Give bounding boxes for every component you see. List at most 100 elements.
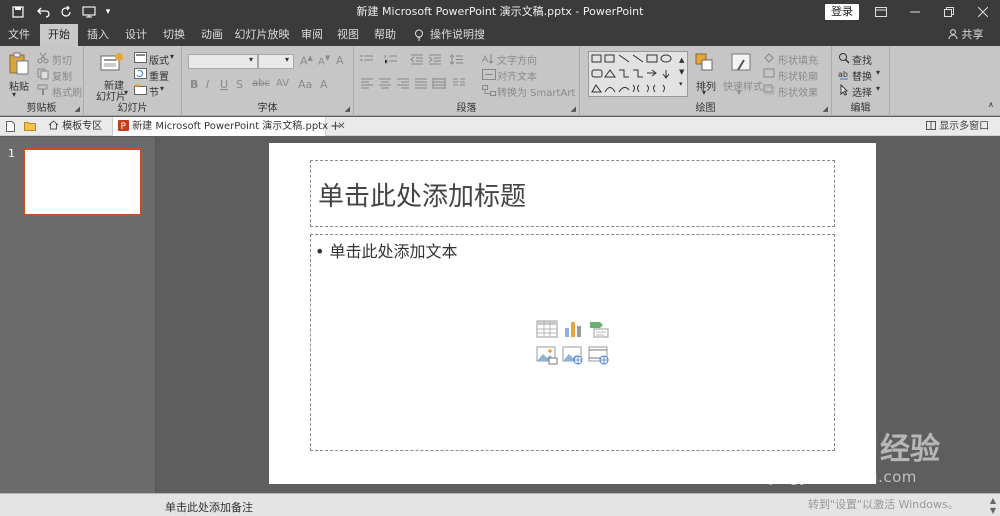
font-color-icon[interactable]: A [320,78,328,91]
cut-label[interactable]: 剪切 [52,52,72,67]
character-spacing-icon[interactable]: AV [276,78,289,89]
bold-icon[interactable]: B [190,78,198,91]
clipboard-launcher-icon[interactable]: ◢ [75,105,80,113]
select-label[interactable]: 选择 [852,84,872,99]
insert-chart-icon[interactable] [562,319,584,339]
numbering-icon[interactable] [384,54,398,66]
title-placeholder[interactable]: 单击此处添加标题 [310,160,835,227]
font-launcher-icon[interactable]: ◢ [345,105,350,113]
shape-outline-label[interactable]: 形状轮廓 [778,68,818,83]
format-painter-label[interactable]: 格式刷 [52,84,82,99]
current-file-tab[interactable]: P 新建 Microsoft PowerPoint 演示文稿.pptx ✕ [112,117,346,136]
insert-table-icon[interactable] [536,319,558,339]
slide-thumbnail[interactable] [23,148,142,216]
find-icon[interactable] [838,52,852,64]
tab-transitions[interactable]: 切换 [156,24,192,46]
font-name-combo[interactable] [188,54,258,69]
select-dropdown-icon[interactable]: ▾ [876,84,880,93]
share-button[interactable]: 共享 [948,24,984,46]
increase-font-icon[interactable]: A▲ [300,54,313,68]
ribbon-display-options-icon[interactable] [864,0,898,24]
quick-styles-dropdown-icon[interactable]: ▾ [737,88,741,97]
new-slide-icon[interactable] [100,52,123,76]
shapes-scroll-down-icon[interactable]: ▼ [679,68,684,76]
tab-insert[interactable]: 插入 [80,24,116,46]
notes-scroll-down-icon[interactable]: ▼ [987,506,999,516]
restore-icon[interactable] [932,0,966,24]
find-label[interactable]: 查找 [852,52,872,67]
tab-file[interactable]: 文件 [0,24,38,46]
replace-icon[interactable]: ab [838,68,852,80]
reset-label[interactable]: 重置 [149,68,169,83]
smartart-icon[interactable] [482,85,496,97]
columns-icon[interactable] [452,78,466,90]
bullets-icon[interactable] [360,54,374,66]
tell-me-search[interactable]: 操作说明搜索 [430,24,494,63]
reset-icon[interactable] [134,68,148,80]
insert-smartart-icon[interactable] [588,319,610,339]
drawing-launcher-icon[interactable]: ◢ [823,105,828,113]
collapse-ribbon-icon[interactable]: ∧ [988,100,994,109]
shape-fill-icon[interactable] [763,52,777,64]
multi-window-button[interactable]: 显示多窗口 [926,117,1000,136]
open-folder-icon[interactable] [24,117,38,136]
text-direction-icon[interactable]: A [482,53,496,65]
start-slideshow-icon[interactable] [78,0,100,24]
save-icon[interactable] [8,0,28,24]
new-tab-icon[interactable]: + [330,117,344,136]
underline-icon[interactable]: U [220,78,228,91]
undo-icon[interactable] [32,0,56,24]
clear-formatting-icon[interactable]: A [336,54,344,67]
paragraph-launcher-icon[interactable]: ◢ [571,105,576,113]
shape-effects-label[interactable]: 形状效果 [778,84,818,99]
close-icon[interactable] [966,0,1000,24]
strikethrough-icon[interactable]: abc [252,78,270,89]
shapes-more-icon[interactable]: ▾ [679,80,683,88]
cut-icon[interactable] [37,52,51,64]
content-placeholder[interactable]: • 单击此处添加文本 [310,234,835,451]
font-size-dropdown-icon[interactable]: ▾ [285,55,289,64]
shape-outline-icon[interactable] [763,68,777,80]
minimize-icon[interactable] [898,0,932,24]
insert-online-picture-icon[interactable] [562,345,584,365]
replace-dropdown-icon[interactable]: ▾ [876,68,880,77]
paste-icon[interactable] [8,52,30,76]
tab-slideshow[interactable]: 幻灯片放映 [232,24,292,46]
italic-icon[interactable]: I [206,78,209,91]
line-spacing-icon[interactable] [449,54,464,66]
select-icon[interactable] [838,83,852,96]
section-label[interactable]: 节 [149,84,159,99]
new-slide-dropdown-icon[interactable]: ▾ [124,88,128,97]
quick-styles-icon[interactable] [730,52,752,76]
increase-indent-icon[interactable] [428,54,442,66]
align-text-icon[interactable] [482,69,496,81]
format-painter-icon[interactable] [37,84,51,96]
insert-video-icon[interactable] [588,345,610,365]
text-direction-label[interactable]: 文字方向 [497,52,537,67]
templates-tab[interactable]: 模板专区 [48,117,108,136]
shapes-gallery[interactable] [588,51,688,97]
section-icon[interactable] [134,84,148,96]
smartart-label[interactable]: 转换为 SmartArt [497,84,575,99]
paste-dropdown-icon[interactable]: ▾ [12,90,16,99]
shape-effects-icon[interactable] [763,84,777,96]
align-left-icon[interactable] [360,78,374,90]
change-case-icon[interactable]: Aa [298,78,312,91]
insert-picture-icon[interactable] [536,345,558,365]
layout-label[interactable]: 版式 [149,52,169,67]
copy-icon[interactable] [37,68,51,80]
new-document-icon[interactable] [6,117,18,136]
layout-dropdown-icon[interactable]: ▾ [170,52,174,61]
notes-scroll-up-icon[interactable]: ▲ [987,496,999,506]
align-right-icon[interactable] [396,78,410,90]
section-dropdown-icon[interactable]: ▾ [160,84,164,93]
align-text-label[interactable]: 对齐文本 [497,68,537,83]
font-name-dropdown-icon[interactable]: ▾ [249,55,253,64]
shape-fill-label[interactable]: 形状填充 [778,52,818,67]
replace-label[interactable]: 替换 [852,68,872,83]
tab-home[interactable]: 开始 [40,24,78,46]
distributed-icon[interactable] [432,78,446,90]
copy-label[interactable]: 复制 [52,68,72,83]
tab-help[interactable]: 帮助 [368,24,402,46]
shadow-icon[interactable]: S [236,78,243,91]
